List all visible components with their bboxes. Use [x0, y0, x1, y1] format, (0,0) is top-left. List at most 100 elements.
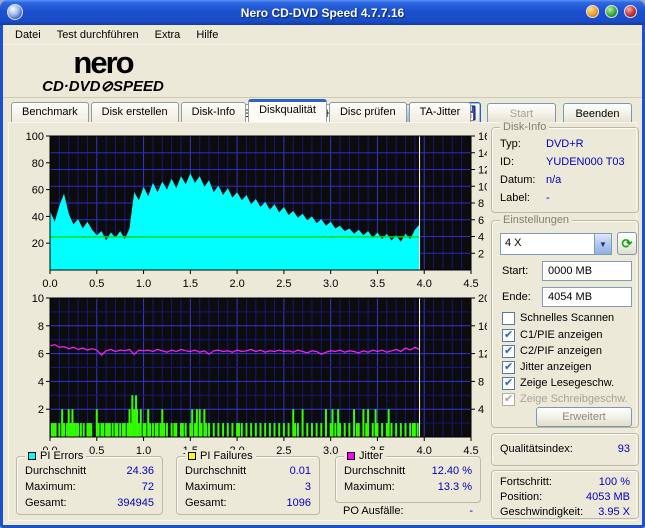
tab-ta-jitter[interactable]: TA-Jitter — [408, 102, 472, 123]
stat-label: Maximum: — [25, 481, 76, 493]
svg-text:3.0: 3.0 — [323, 445, 338, 454]
checkbox-label: C2/PIF anzeigen — [520, 345, 602, 357]
checkbox-box[interactable] — [502, 376, 515, 390]
menu-extra[interactable]: Extra — [147, 27, 189, 43]
tab-diskqualitaet[interactable]: Diskqualität — [248, 99, 327, 123]
position-value: 4053 MB — [585, 491, 630, 503]
disk-typ-value: DVD+R — [546, 138, 584, 150]
refresh-button[interactable]: ⟳ — [617, 232, 637, 255]
svg-text:4.5: 4.5 — [463, 445, 478, 454]
checkbox-label: Jitter anzeigen — [520, 361, 592, 373]
svg-text:2.5: 2.5 — [276, 445, 291, 454]
nero-logo: nero CD·DVD⊘SPEED — [15, 47, 191, 94]
advanced-button[interactable]: Erweitert — [536, 407, 632, 427]
jitter-title: Jitter — [359, 450, 383, 462]
po-failures-value: - — [469, 505, 473, 517]
position-label: Position: — [500, 491, 543, 503]
minimize-button[interactable] — [586, 5, 599, 18]
svg-text:2: 2 — [38, 404, 44, 416]
menu-test-durchfuehren[interactable]: Test durchführen — [49, 27, 147, 43]
svg-text:6: 6 — [478, 215, 484, 227]
tab-bar: Benchmark Disk erstellen Disk-Info Diskq… — [11, 99, 473, 123]
toolbar: nero CD·DVD⊘SPEED [1:0] LITE-ON DVDRW SH… — [3, 45, 642, 126]
cddvdspeed-logo-text: CD·DVD⊘SPEED — [42, 78, 164, 95]
stat-value: 13.3 % — [437, 481, 472, 493]
po-failures-row: PO Ausfälle: - — [343, 505, 473, 517]
svg-text:100: 100 — [26, 131, 44, 143]
tab-disk-erstellen[interactable]: Disk erstellen — [90, 102, 179, 123]
jitter-legend-icon — [347, 452, 355, 460]
svg-text:40: 40 — [32, 211, 44, 223]
checkbox-box[interactable] — [502, 328, 515, 342]
svg-text:8: 8 — [478, 198, 484, 210]
jitter-stats: Jitter Durchschnitt 12.40 % Maximum: 13.3 … — [335, 450, 481, 503]
app-window: Nero CD-DVD Speed 4.7.7.16 Datei Test du… — [0, 0, 645, 528]
disk-label-value: - — [546, 192, 550, 204]
svg-text:14: 14 — [478, 148, 487, 160]
checkbox-zeige-lesegeschw[interactable]: Zeige Lesegeschw. — [502, 376, 614, 390]
tab-benchmark[interactable]: Benchmark — [11, 102, 89, 123]
quit-button-label: Beenden — [575, 108, 620, 120]
pi-errors-stats: PI Errors Durchschnitt 24.36 Maximum: 72 G… — [16, 450, 163, 515]
checkbox-box[interactable] — [502, 360, 515, 374]
svg-text:4: 4 — [478, 232, 484, 244]
checkbox-schnelles-scannen[interactable]: Schnelles Scannen — [502, 311, 614, 325]
end-field-label: Ende: — [502, 291, 531, 303]
disk-info-title: Disk-Info — [500, 121, 550, 133]
checkbox-box — [502, 392, 515, 406]
stat-value: 0.01 — [289, 465, 311, 477]
speed-select[interactable]: 4 X ▼ — [500, 233, 612, 255]
stat-value: 1096 — [286, 497, 311, 509]
menu-datei[interactable]: Datei — [7, 27, 49, 43]
menu-hilfe[interactable]: Hilfe — [188, 27, 226, 43]
window-frame: Nero CD-DVD Speed 4.7.7.16 Datei Test du… — [0, 0, 645, 528]
advanced-button-label: Erweitert — [562, 411, 606, 423]
stat-label: Durchschnitt — [25, 465, 87, 477]
close-button[interactable] — [624, 5, 637, 18]
pi-errors-chart: 100806040201614121086420.00.51.01.52.02.… — [11, 124, 491, 291]
quality-index-box: Qualitätsindex: 93 — [491, 433, 639, 466]
stat-value: 72 — [141, 481, 154, 493]
pi-errors-title: PI Errors — [40, 450, 84, 462]
speed-label: Geschwindigkeit: — [500, 506, 584, 518]
svg-text:6: 6 — [38, 349, 44, 361]
checkbox-box[interactable] — [502, 311, 515, 325]
speed-select-value: 4 X — [505, 237, 522, 249]
svg-text:2: 2 — [478, 248, 484, 260]
speed-value: 3.95 X — [598, 506, 630, 518]
chevron-down-icon[interactable]: ▼ — [594, 234, 611, 254]
progress-value: 100 % — [598, 476, 630, 488]
svg-text:8: 8 — [478, 376, 484, 388]
tab-disc-pruefen[interactable]: Disc prüfen — [328, 102, 407, 123]
svg-text:12: 12 — [478, 165, 487, 177]
maximize-button[interactable] — [605, 5, 618, 18]
stat-label: Maximum: — [344, 481, 395, 493]
settings-title: Einstellungen — [500, 214, 573, 226]
nero-logo-text: nero — [73, 45, 134, 80]
svg-text:16: 16 — [478, 131, 487, 143]
end-field[interactable]: 4054 MB — [542, 287, 632, 307]
stat-value: 394945 — [117, 497, 154, 509]
checkbox-label: Zeige Lesegeschw. — [520, 377, 615, 389]
title-bar[interactable]: Nero CD-DVD Speed 4.7.7.16 — [0, 0, 645, 25]
window-title: Nero CD-DVD Speed 4.7.7.16 — [240, 5, 405, 20]
start-field-label: Start: — [502, 265, 529, 277]
svg-text:4.0: 4.0 — [417, 445, 432, 454]
pi-failures-legend-icon — [188, 452, 196, 460]
checkbox-box[interactable] — [502, 344, 515, 358]
stat-label: Gesamt: — [25, 497, 67, 509]
checkbox-jitter-anzeigen[interactable]: Jitter anzeigen — [502, 360, 592, 374]
stat-label: Gesamt: — [185, 497, 227, 509]
tab-disk-info[interactable]: Disk-Info — [180, 102, 247, 123]
checkbox-c1-pie-anzeigen[interactable]: C1/PIE anzeigen — [502, 328, 603, 342]
stat-value: 12.40 % — [431, 465, 472, 477]
svg-text:20: 20 — [32, 238, 44, 250]
settings-group: Einstellungen 4 X ▼ ⟳ Start: 0000 MB End… — [491, 214, 639, 428]
checkbox-label: Zeige Schreibgeschw. — [520, 393, 628, 405]
svg-text:20: 20 — [478, 293, 487, 305]
checkbox-c2-pif-anzeigen[interactable]: C2/PIF anzeigen — [502, 344, 602, 358]
svg-text:8: 8 — [38, 321, 44, 333]
svg-text:10: 10 — [32, 293, 44, 305]
start-field[interactable]: 0000 MB — [542, 261, 632, 281]
checkbox-label: Schnelles Scannen — [520, 312, 615, 324]
